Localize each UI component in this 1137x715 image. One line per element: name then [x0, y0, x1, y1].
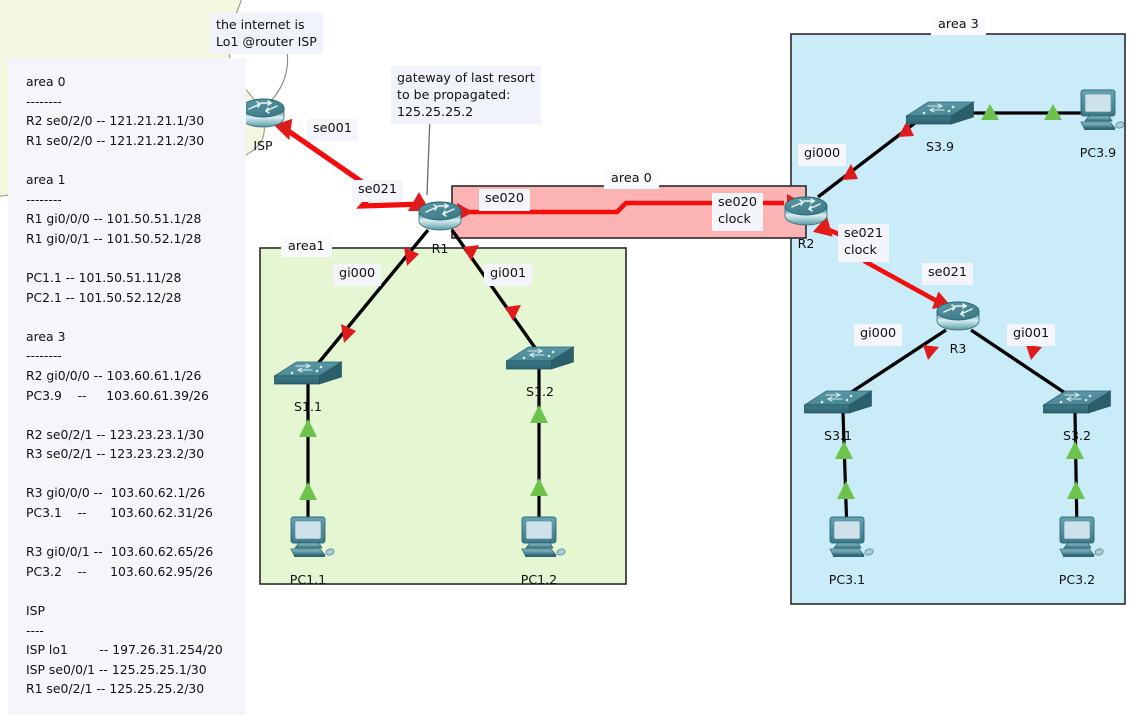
gateway-note: gateway of last resort to be propagated:… [391, 66, 541, 124]
device-s3-9[interactable] [905, 101, 975, 125]
area0-label: area 0 [604, 170, 659, 189]
device-s1-1[interactable] [273, 361, 343, 385]
interface-label-se021-clock: se021 clock [838, 224, 889, 262]
device-label-s3-9: S3.9 [925, 139, 955, 154]
device-label-r3: R3 [949, 341, 967, 356]
interface-label-gi001-r3: gi001 [1007, 324, 1056, 346]
interface-label-se020-clock: se020 clock [712, 193, 763, 231]
device-label-s3-2: S3.2 [1062, 428, 1092, 443]
device-label-s1-2: S1.2 [525, 384, 555, 399]
device-r1[interactable] [418, 201, 462, 231]
device-pc3-1[interactable] [829, 516, 874, 557]
device-label-s1-1: S1.1 [293, 399, 323, 414]
device-s1-2[interactable] [505, 346, 575, 370]
device-label-pc3-1: PC3.1 [828, 572, 866, 587]
area3-label: area 3 [931, 16, 986, 35]
device-s3-2[interactable] [1042, 390, 1112, 414]
device-label-pc3-2: PC3.2 [1058, 572, 1096, 587]
device-isp[interactable] [241, 98, 285, 128]
interface-label-gi000-r3: gi000 [854, 324, 903, 346]
device-r2[interactable] [784, 196, 828, 226]
device-pc3-2[interactable] [1059, 516, 1104, 557]
device-label-s3-1: S3.1 [823, 428, 853, 443]
device-label-r1: R1 [431, 241, 449, 256]
device-s3-1[interactable] [803, 390, 873, 414]
interface-label-se021-r3: se021 [922, 263, 973, 285]
network-diagram-canvas: area 0 -------- R2 se0/2/0 -- 121.21.21.… [0, 0, 1137, 715]
addressing-legend: area 0 -------- R2 se0/2/0 -- 121.21.21.… [8, 58, 246, 715]
device-label-pc1-1: PC1.1 [289, 572, 327, 587]
device-label-pc1-2: PC1.2 [520, 572, 558, 587]
device-label-isp: ISP [253, 138, 273, 153]
device-label-pc3-9: PC3.9 [1079, 145, 1117, 160]
device-r3[interactable] [936, 301, 980, 331]
device-pc1-2[interactable] [521, 516, 566, 557]
device-pc1-1[interactable] [290, 516, 335, 557]
interface-label-gi000-r2: gi000 [798, 144, 847, 166]
interface-label-se020-r1: se020 [479, 189, 530, 211]
interface-label-gi000-r1: gi000 [333, 264, 382, 286]
interface-label-se021-isp: se021 [352, 180, 403, 202]
area1-label: area1 [281, 238, 332, 257]
interface-label-gi001-r1: gi001 [484, 264, 533, 286]
internet-note: the internet is Lo1 @router ISP [210, 13, 323, 54]
interface-label-se001: se001 [307, 119, 358, 141]
device-pc3-9[interactable] [1080, 89, 1125, 130]
device-label-r2: R2 [797, 236, 815, 251]
